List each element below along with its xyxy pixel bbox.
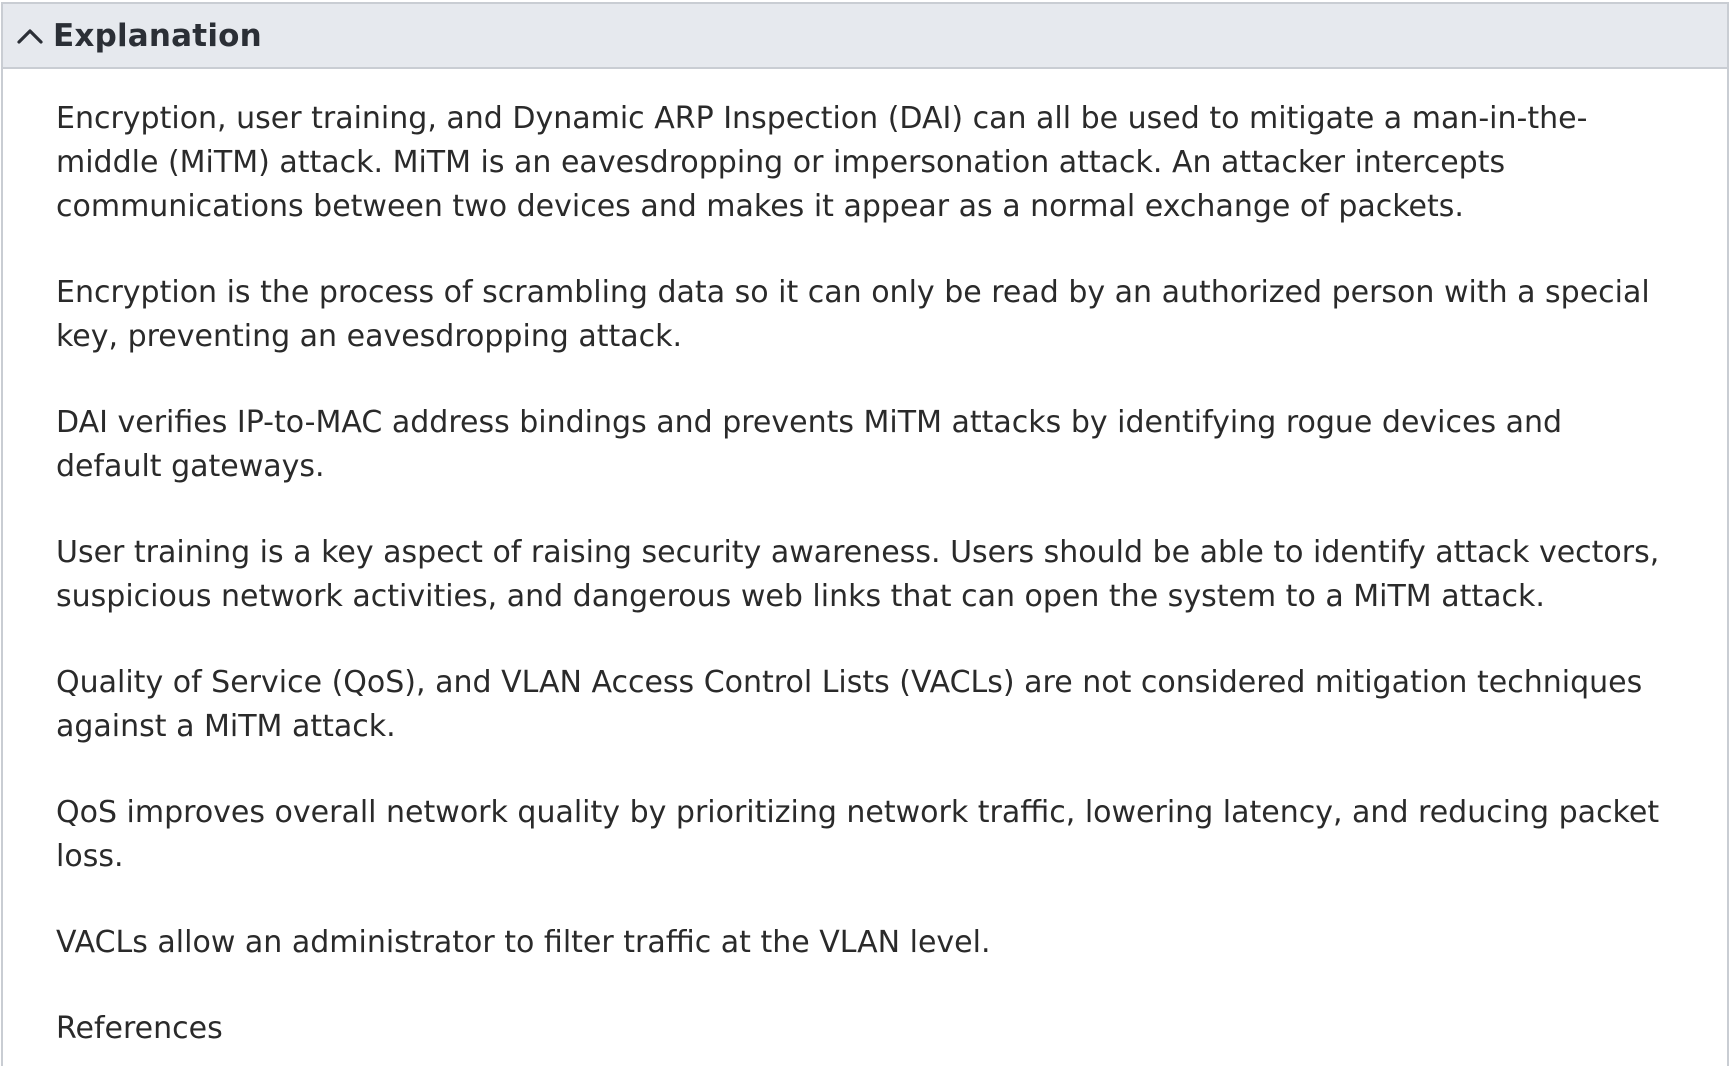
explanation-toggle[interactable]: Explanation xyxy=(3,4,1727,69)
explanation-paragraph: Encryption, user training, and Dynamic A… xyxy=(56,101,1588,224)
explanation-paragraph: VACLs allow an administrator to filter t… xyxy=(56,925,991,960)
explanation-paragraph: QoS improves overall network quality by … xyxy=(56,795,1660,874)
explanation-paragraph: User training is a key aspect of raising… xyxy=(56,535,1660,614)
explanation-paragraph: Encryption is the process of scrambling … xyxy=(56,275,1650,354)
explanation-body: Encryption, user training, and Dynamic A… xyxy=(3,69,1727,1051)
references-heading: References xyxy=(56,1011,223,1046)
chevron-up-icon[interactable] xyxy=(15,26,45,46)
explanation-paragraph: Quality of Service (QoS), and VLAN Acces… xyxy=(56,665,1643,744)
explanation-title: Explanation xyxy=(53,17,262,54)
explanation-panel: Explanation Encryption, user training, a… xyxy=(1,2,1729,1066)
explanation-paragraph: DAI verifies IP-to-MAC address bindings … xyxy=(56,405,1563,484)
